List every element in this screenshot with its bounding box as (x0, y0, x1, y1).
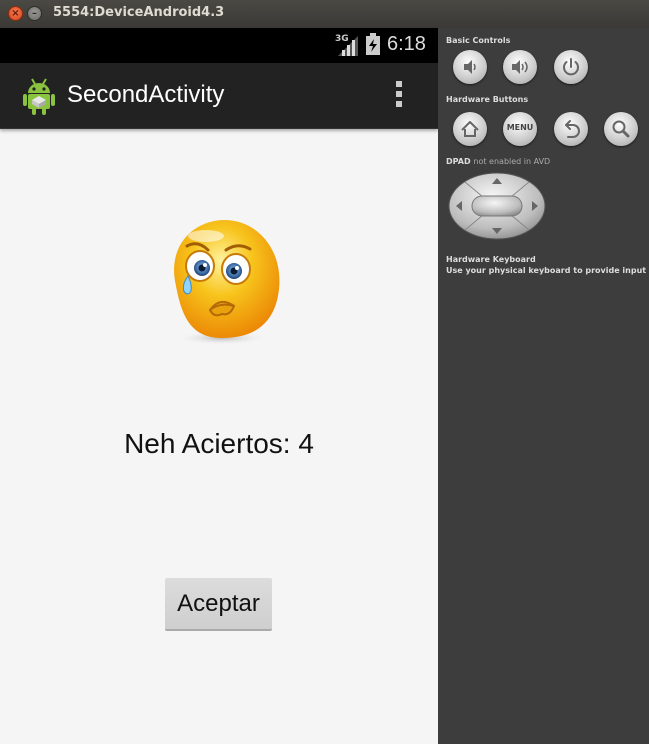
minimize-icon[interactable]: – (27, 6, 42, 21)
basic-controls-title: Basic Controls (446, 36, 511, 45)
back-icon[interactable] (554, 112, 588, 146)
menu-button[interactable]: MENU (503, 112, 537, 146)
overflow-menu-icon[interactable] (394, 81, 404, 111)
window-title: 5554:DeviceAndroid4.3 (53, 5, 225, 20)
device-screen: 3G 6:18 SecondActivity Neh Aciertos: 4 A… (0, 28, 438, 744)
dpad-title: DPAD not enabled in AVD (446, 157, 551, 166)
volume-up-icon[interactable] (503, 50, 537, 84)
crying-face-icon (174, 219, 280, 345)
status-bar: 3G 6:18 (0, 28, 438, 63)
android-robot-icon[interactable] (22, 77, 56, 115)
clock: 6:18 (387, 33, 426, 55)
battery-icon (366, 33, 380, 55)
window-titlebar: × – 5554:DeviceAndroid4.3 (0, 0, 649, 28)
volume-down-icon[interactable] (453, 50, 487, 84)
hardware-buttons-title: Hardware Buttons (446, 95, 529, 104)
signal-icon (338, 36, 358, 56)
hardware-keyboard-info: Hardware Keyboard Use your physical keyb… (446, 254, 646, 276)
home-icon[interactable] (453, 112, 487, 146)
close-icon[interactable]: × (8, 6, 23, 21)
keyboard-title: Hardware Keyboard (446, 255, 536, 264)
menu-button-label: MENU (506, 123, 534, 132)
search-icon[interactable] (604, 112, 638, 146)
power-icon[interactable] (554, 50, 588, 84)
accept-button[interactable]: Aceptar (165, 578, 272, 631)
activity-title: SecondActivity (67, 81, 225, 108)
emulator-controls-panel: Basic Controls Hardware Buttons MENU DPA… (438, 28, 649, 744)
result-text: Neh Aciertos: 4 (124, 428, 314, 459)
dpad-control[interactable] (448, 172, 546, 240)
keyboard-subtitle: Use your physical keyboard to provide in… (446, 266, 647, 275)
action-bar: SecondActivity (0, 63, 438, 129)
